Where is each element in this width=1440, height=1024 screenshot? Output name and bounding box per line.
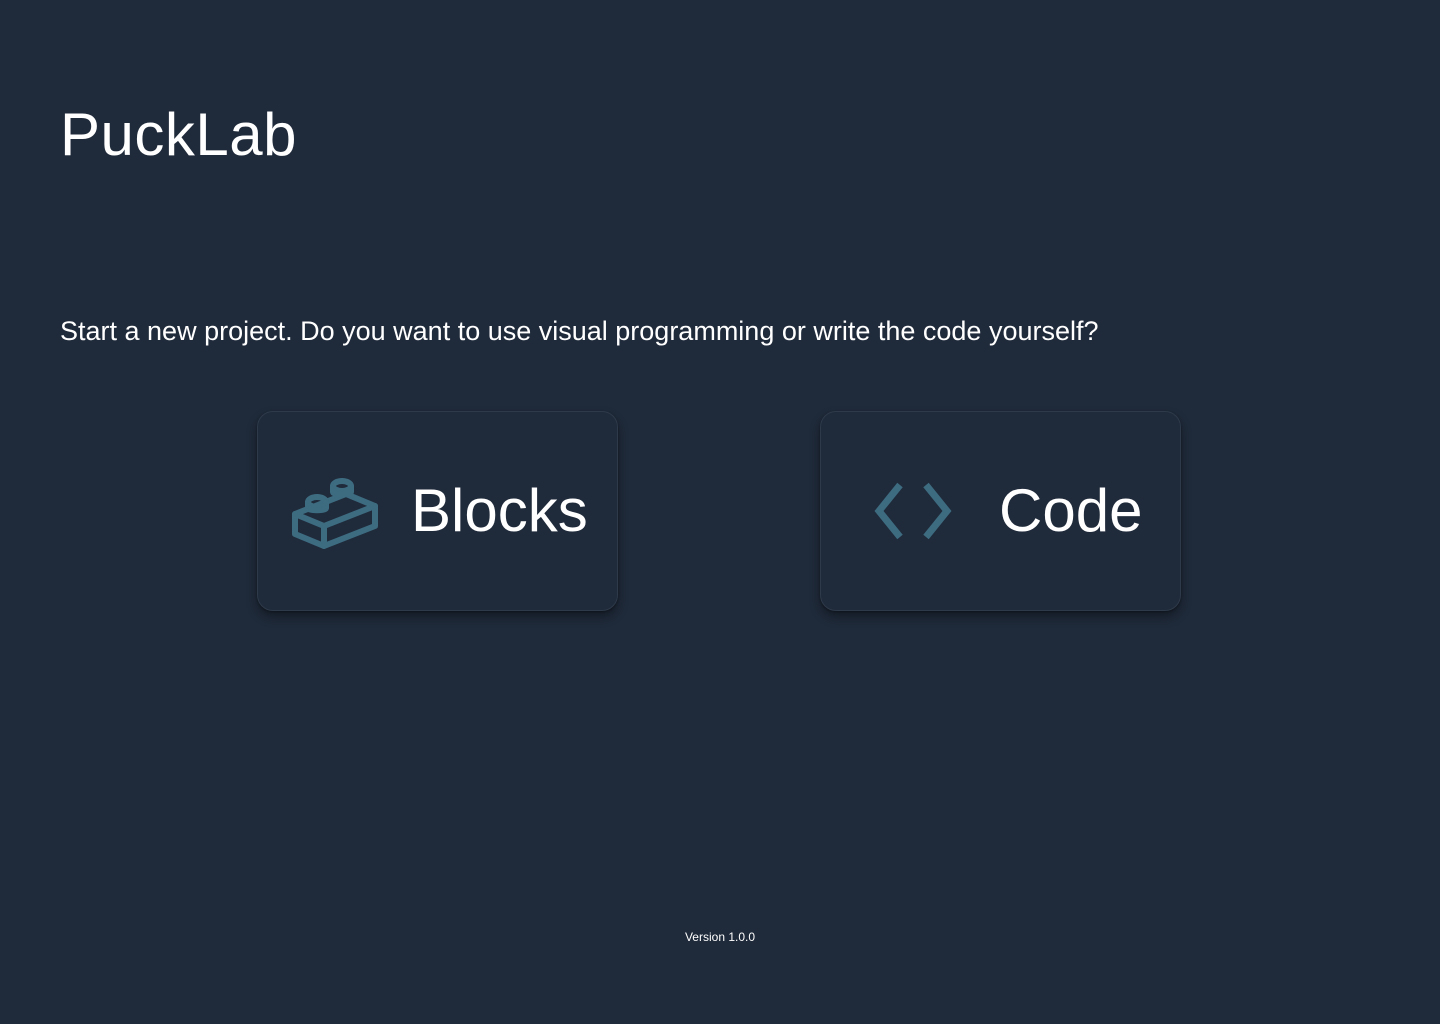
lego-brick-icon — [291, 476, 379, 550]
blocks-option-button[interactable]: Blocks — [257, 411, 618, 611]
new-project-prompt: Start a new project. Do you want to use … — [60, 316, 1099, 346]
code-brackets-icon — [872, 482, 954, 540]
app-title: PuckLab — [60, 101, 297, 168]
code-option-button[interactable]: Code — [820, 411, 1181, 611]
blocks-option-label: Blocks — [411, 477, 588, 544]
code-option-label: Code — [999, 477, 1143, 544]
version-text: Version 1.0.0 — [684, 930, 756, 944]
start-screen: PuckLab Start a new project. Do you want… — [0, 0, 1440, 1024]
